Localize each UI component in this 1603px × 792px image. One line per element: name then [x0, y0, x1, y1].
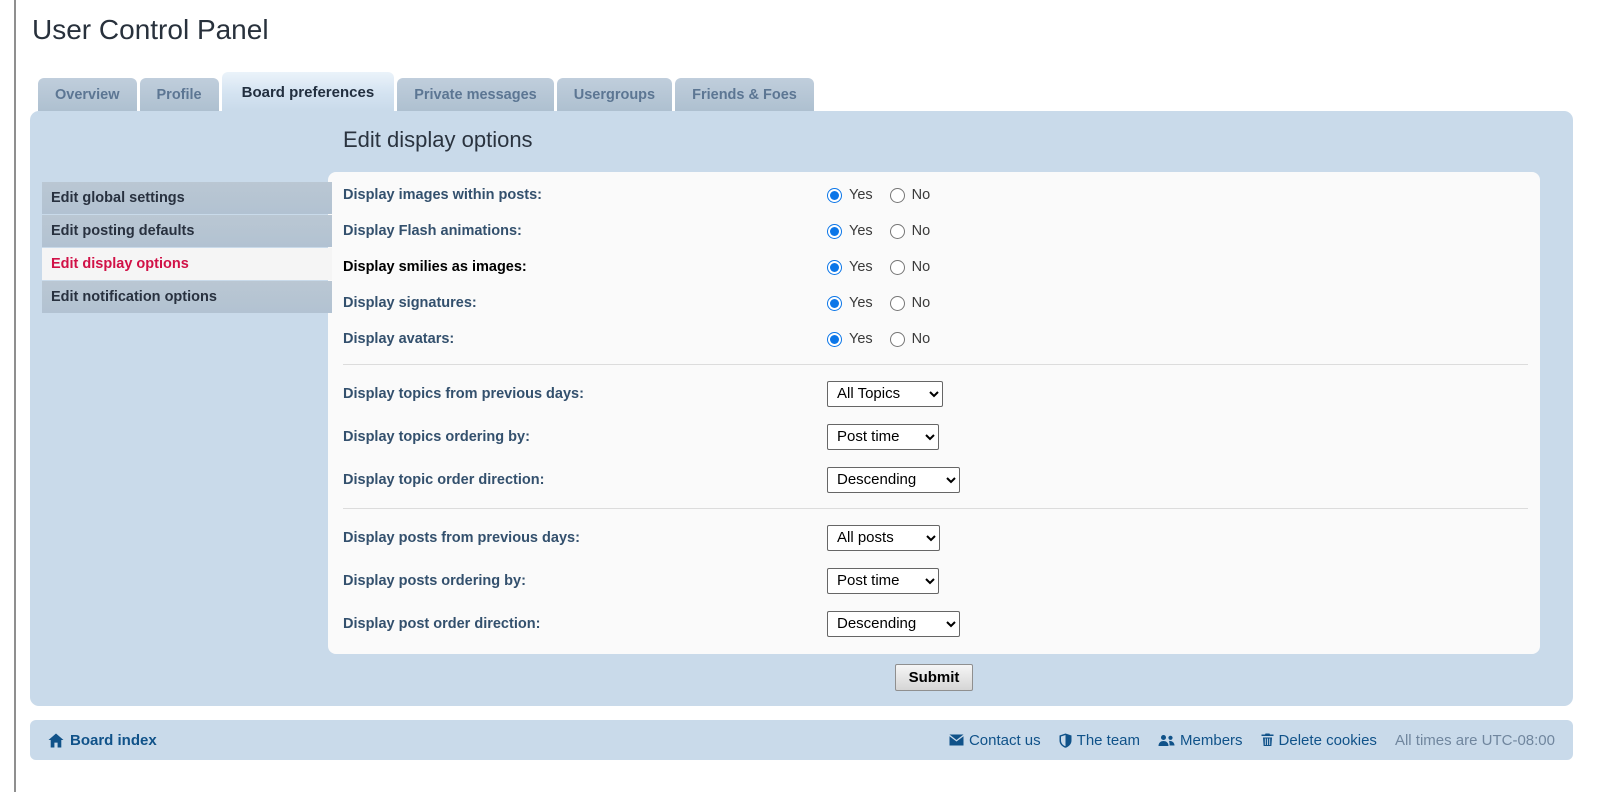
- option-row: Display images within posts: Yes No: [328, 177, 1540, 213]
- sidebar-item-edit-posting-defaults[interactable]: Edit posting defaults: [42, 215, 332, 247]
- shield-icon: [1059, 733, 1072, 748]
- tab-board-preferences[interactable]: Board preferences: [222, 72, 395, 111]
- radio-yes-label[interactable]: Yes: [849, 259, 873, 275]
- radio-group: Yes No: [827, 223, 947, 239]
- option-row: Display posts ordering by: Post time: [328, 559, 1540, 602]
- footer-links: Contact us The team Members: [949, 732, 1555, 749]
- radio-no-label[interactable]: No: [912, 259, 931, 275]
- option-label: Display avatars:: [343, 331, 827, 347]
- display-options-form: Display images within posts: Yes No Disp…: [328, 172, 1540, 654]
- option-label: Display Flash animations:: [343, 223, 827, 239]
- radio-no-label[interactable]: No: [912, 295, 931, 311]
- radio-group: Yes No: [827, 295, 947, 311]
- delete-cookies-link[interactable]: Delete cookies: [1261, 732, 1377, 749]
- section-divider: [343, 364, 1528, 365]
- delete-cookies-label: Delete cookies: [1279, 732, 1377, 749]
- trash-icon: [1261, 733, 1274, 747]
- submit-button[interactable]: Submit: [895, 664, 974, 691]
- radio-no-label[interactable]: No: [912, 223, 931, 239]
- sidebar-item-edit-notification-options[interactable]: Edit notification options: [42, 281, 332, 313]
- radio-no[interactable]: [890, 296, 905, 311]
- submit-row: Submit: [328, 654, 1540, 691]
- radio-yes[interactable]: [827, 188, 842, 203]
- radio-yes-label[interactable]: Yes: [849, 223, 873, 239]
- radio-yes-label[interactable]: Yes: [849, 295, 873, 311]
- option-row: Display post order direction: Descending: [328, 602, 1540, 645]
- option-row: Display signatures: Yes No: [328, 285, 1540, 321]
- radio-group: Yes No: [827, 259, 947, 275]
- option-label: Display images within posts:: [343, 187, 827, 203]
- members-link[interactable]: Members: [1158, 732, 1243, 749]
- option-row: Display posts from previous days: All po…: [328, 516, 1540, 559]
- post-order-direction-select[interactable]: Descending: [827, 611, 960, 637]
- radio-yes[interactable]: [827, 224, 842, 239]
- radio-group: Yes No: [827, 331, 947, 347]
- home-icon: [48, 733, 64, 748]
- radio-yes[interactable]: [827, 260, 842, 275]
- radio-no[interactable]: [890, 224, 905, 239]
- content-heading: Edit display options: [343, 111, 1573, 157]
- section-divider: [343, 508, 1528, 509]
- option-label: Display smilies as images:: [343, 259, 827, 275]
- contact-us-label: Contact us: [969, 732, 1041, 749]
- timezone-text: All times are UTC-08:00: [1395, 732, 1555, 749]
- tab-usergroups[interactable]: Usergroups: [557, 78, 672, 111]
- option-row: Display avatars: Yes No: [328, 321, 1540, 357]
- posts-previous-days-select[interactable]: All posts: [827, 525, 940, 551]
- radio-no[interactable]: [890, 260, 905, 275]
- posts-ordering-select[interactable]: Post time: [827, 568, 939, 594]
- option-label: Display topic order direction:: [343, 472, 827, 488]
- radio-no[interactable]: [890, 332, 905, 347]
- option-row: Display topics ordering by: Post time: [328, 415, 1540, 458]
- users-icon: [1158, 734, 1175, 747]
- option-row: Display topic order direction: Descendin…: [328, 458, 1540, 501]
- radio-group: Yes No: [827, 187, 947, 203]
- topic-order-direction-select[interactable]: Descending: [827, 467, 960, 493]
- option-label: Display post order direction:: [343, 616, 827, 632]
- members-label: Members: [1180, 732, 1243, 749]
- contact-us-link[interactable]: Contact us: [949, 732, 1041, 749]
- board-index-label: Board index: [70, 732, 157, 749]
- the-team-link[interactable]: The team: [1059, 732, 1140, 749]
- topics-ordering-select[interactable]: Post time: [827, 424, 939, 450]
- topics-previous-days-select[interactable]: All Topics: [827, 381, 943, 407]
- board-preferences-panel: Edit display options Edit global setting…: [30, 111, 1573, 706]
- option-label: Display topics from previous days:: [343, 386, 827, 402]
- page-left-border: [14, 0, 16, 792]
- option-label: Display topics ordering by:: [343, 429, 827, 445]
- radio-no[interactable]: [890, 188, 905, 203]
- page: User Control Panel Overview Profile Boar…: [0, 0, 1603, 792]
- preferences-sidebar: Edit global settings Edit posting defaul…: [42, 182, 332, 314]
- radio-yes[interactable]: [827, 332, 842, 347]
- sidebar-item-edit-display-options[interactable]: Edit display options: [42, 248, 332, 280]
- option-label: Display posts ordering by:: [343, 573, 827, 589]
- tab-friends-foes[interactable]: Friends & Foes: [675, 78, 814, 111]
- radio-no-label[interactable]: No: [912, 331, 931, 347]
- radio-yes-label[interactable]: Yes: [849, 331, 873, 347]
- the-team-label: The team: [1077, 732, 1140, 749]
- radio-yes-label[interactable]: Yes: [849, 187, 873, 203]
- tab-overview[interactable]: Overview: [38, 78, 137, 111]
- tab-private-messages[interactable]: Private messages: [397, 78, 554, 111]
- option-label: Display posts from previous days:: [343, 530, 827, 546]
- tab-bar: Overview Profile Board preferences Priva…: [38, 72, 1573, 111]
- content-wrapper: User Control Panel Overview Profile Boar…: [30, 14, 1573, 760]
- radio-yes[interactable]: [827, 296, 842, 311]
- envelope-icon: [949, 734, 964, 746]
- option-row: Display topics from previous days: All T…: [328, 372, 1540, 415]
- page-title: User Control Panel: [32, 14, 1573, 46]
- radio-no-label[interactable]: No: [912, 187, 931, 203]
- sidebar-item-edit-global-settings[interactable]: Edit global settings: [42, 182, 332, 214]
- option-row: Display Flash animations: Yes No: [328, 213, 1540, 249]
- board-index-link[interactable]: Board index: [48, 732, 157, 749]
- option-row: Display smilies as images: Yes No: [328, 249, 1540, 285]
- tab-profile[interactable]: Profile: [140, 78, 219, 111]
- footer-bar: Board index Contact us The team: [30, 720, 1573, 760]
- option-label: Display signatures:: [343, 295, 827, 311]
